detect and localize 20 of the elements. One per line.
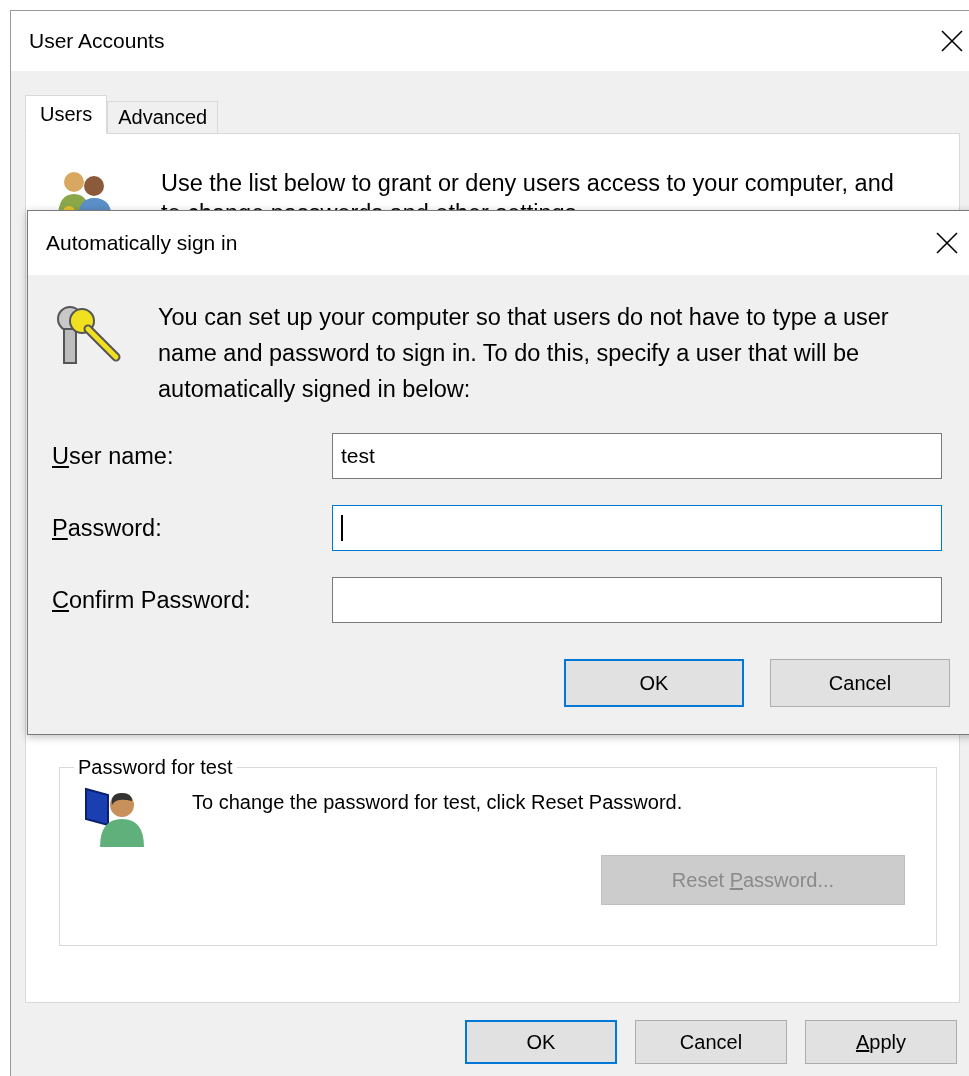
dialog-button[interactable]: Apply [805, 1020, 957, 1064]
input-field[interactable] [332, 505, 942, 551]
group-text: To change the password for test, click Reset Password. [192, 791, 683, 814]
dialog-message: You can set up your computer so that users do not have to type a user name and password to sign in. To do this, specify a user that will be automatically signed in below: [158, 303, 890, 404]
dialog-button[interactable]: OK [465, 1020, 617, 1064]
dialog-button[interactable]: Cancel [770, 659, 950, 707]
group-title: Password for test [77, 756, 234, 779]
tab[interactable]: Advanced [107, 101, 219, 134]
close-icon[interactable] [940, 29, 964, 53]
field-label: Password: [52, 514, 162, 541]
dialog-button[interactable]: Cancel [635, 1020, 787, 1064]
dialog-title: Automatically sign in [46, 231, 238, 255]
field-label: User name: [52, 442, 174, 469]
window-title: User Accounts [29, 29, 165, 53]
input-field[interactable] [332, 577, 942, 623]
dialog-button[interactable]: OK [564, 659, 744, 707]
field-label: Confirm Password: [52, 586, 251, 613]
tab[interactable]: Users [25, 95, 108, 134]
close-icon[interactable] [935, 231, 959, 255]
input-field[interactable]: test [332, 433, 942, 479]
